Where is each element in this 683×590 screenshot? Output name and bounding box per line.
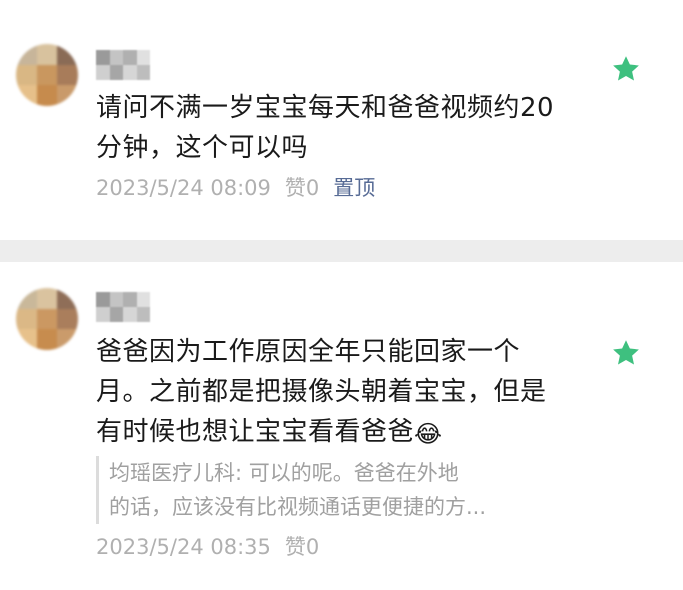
laughing-emoji-icon: 😂 [414,420,443,448]
like-count[interactable]: 赞0 [285,176,319,200]
timestamp: 2023/5/24 08:09 [96,176,271,200]
comment-separator [0,240,683,262]
star-icon[interactable] [611,54,641,84]
comment-meta: 2023/5/24 08:35 赞0 [96,532,319,562]
reply-quote[interactable]: 均瑶医疗儿科: 可以的呢。爸爸在外地 的话，应该没有比视频通话更便捷的方... [96,456,566,524]
comment-body: 爸爸因为工作原因全年只能回家一个月。之前都是把摄像头朝着宝宝，但是有时候也想让宝… [96,337,547,447]
star-icon[interactable] [611,338,641,368]
reply-line-2: 的话，应该没有比视频通话更便捷的方... [109,495,487,519]
pin-link[interactable]: 置顶 [333,176,375,200]
comment-text: 请问不满一岁宝宝每天和爸爸视频约20分钟，这个可以吗 [96,93,555,163]
reply-line-1: 均瑶医疗儿科: 可以的呢。爸爸在外地 [109,461,459,485]
nickname [96,50,150,80]
nickname [96,292,150,322]
like-count[interactable]: 赞0 [285,535,319,559]
timestamp: 2023/5/24 08:35 [96,535,271,559]
comment-item: 爸爸因为工作原因全年只能回家一个月。之前都是把摄像头朝着宝宝，但是有时候也想让宝… [0,262,683,590]
comment-meta: 2023/5/24 08:09 赞0 置顶 [96,173,375,203]
avatar[interactable] [16,44,78,106]
avatar[interactable] [16,288,78,350]
comment-text: 爸爸因为工作原因全年只能回家一个月。之前都是把摄像头朝着宝宝，但是有时候也想让宝… [96,332,566,452]
comment-item: 请问不满一岁宝宝每天和爸爸视频约20分钟，这个可以吗 2023/5/24 08:… [0,0,683,240]
